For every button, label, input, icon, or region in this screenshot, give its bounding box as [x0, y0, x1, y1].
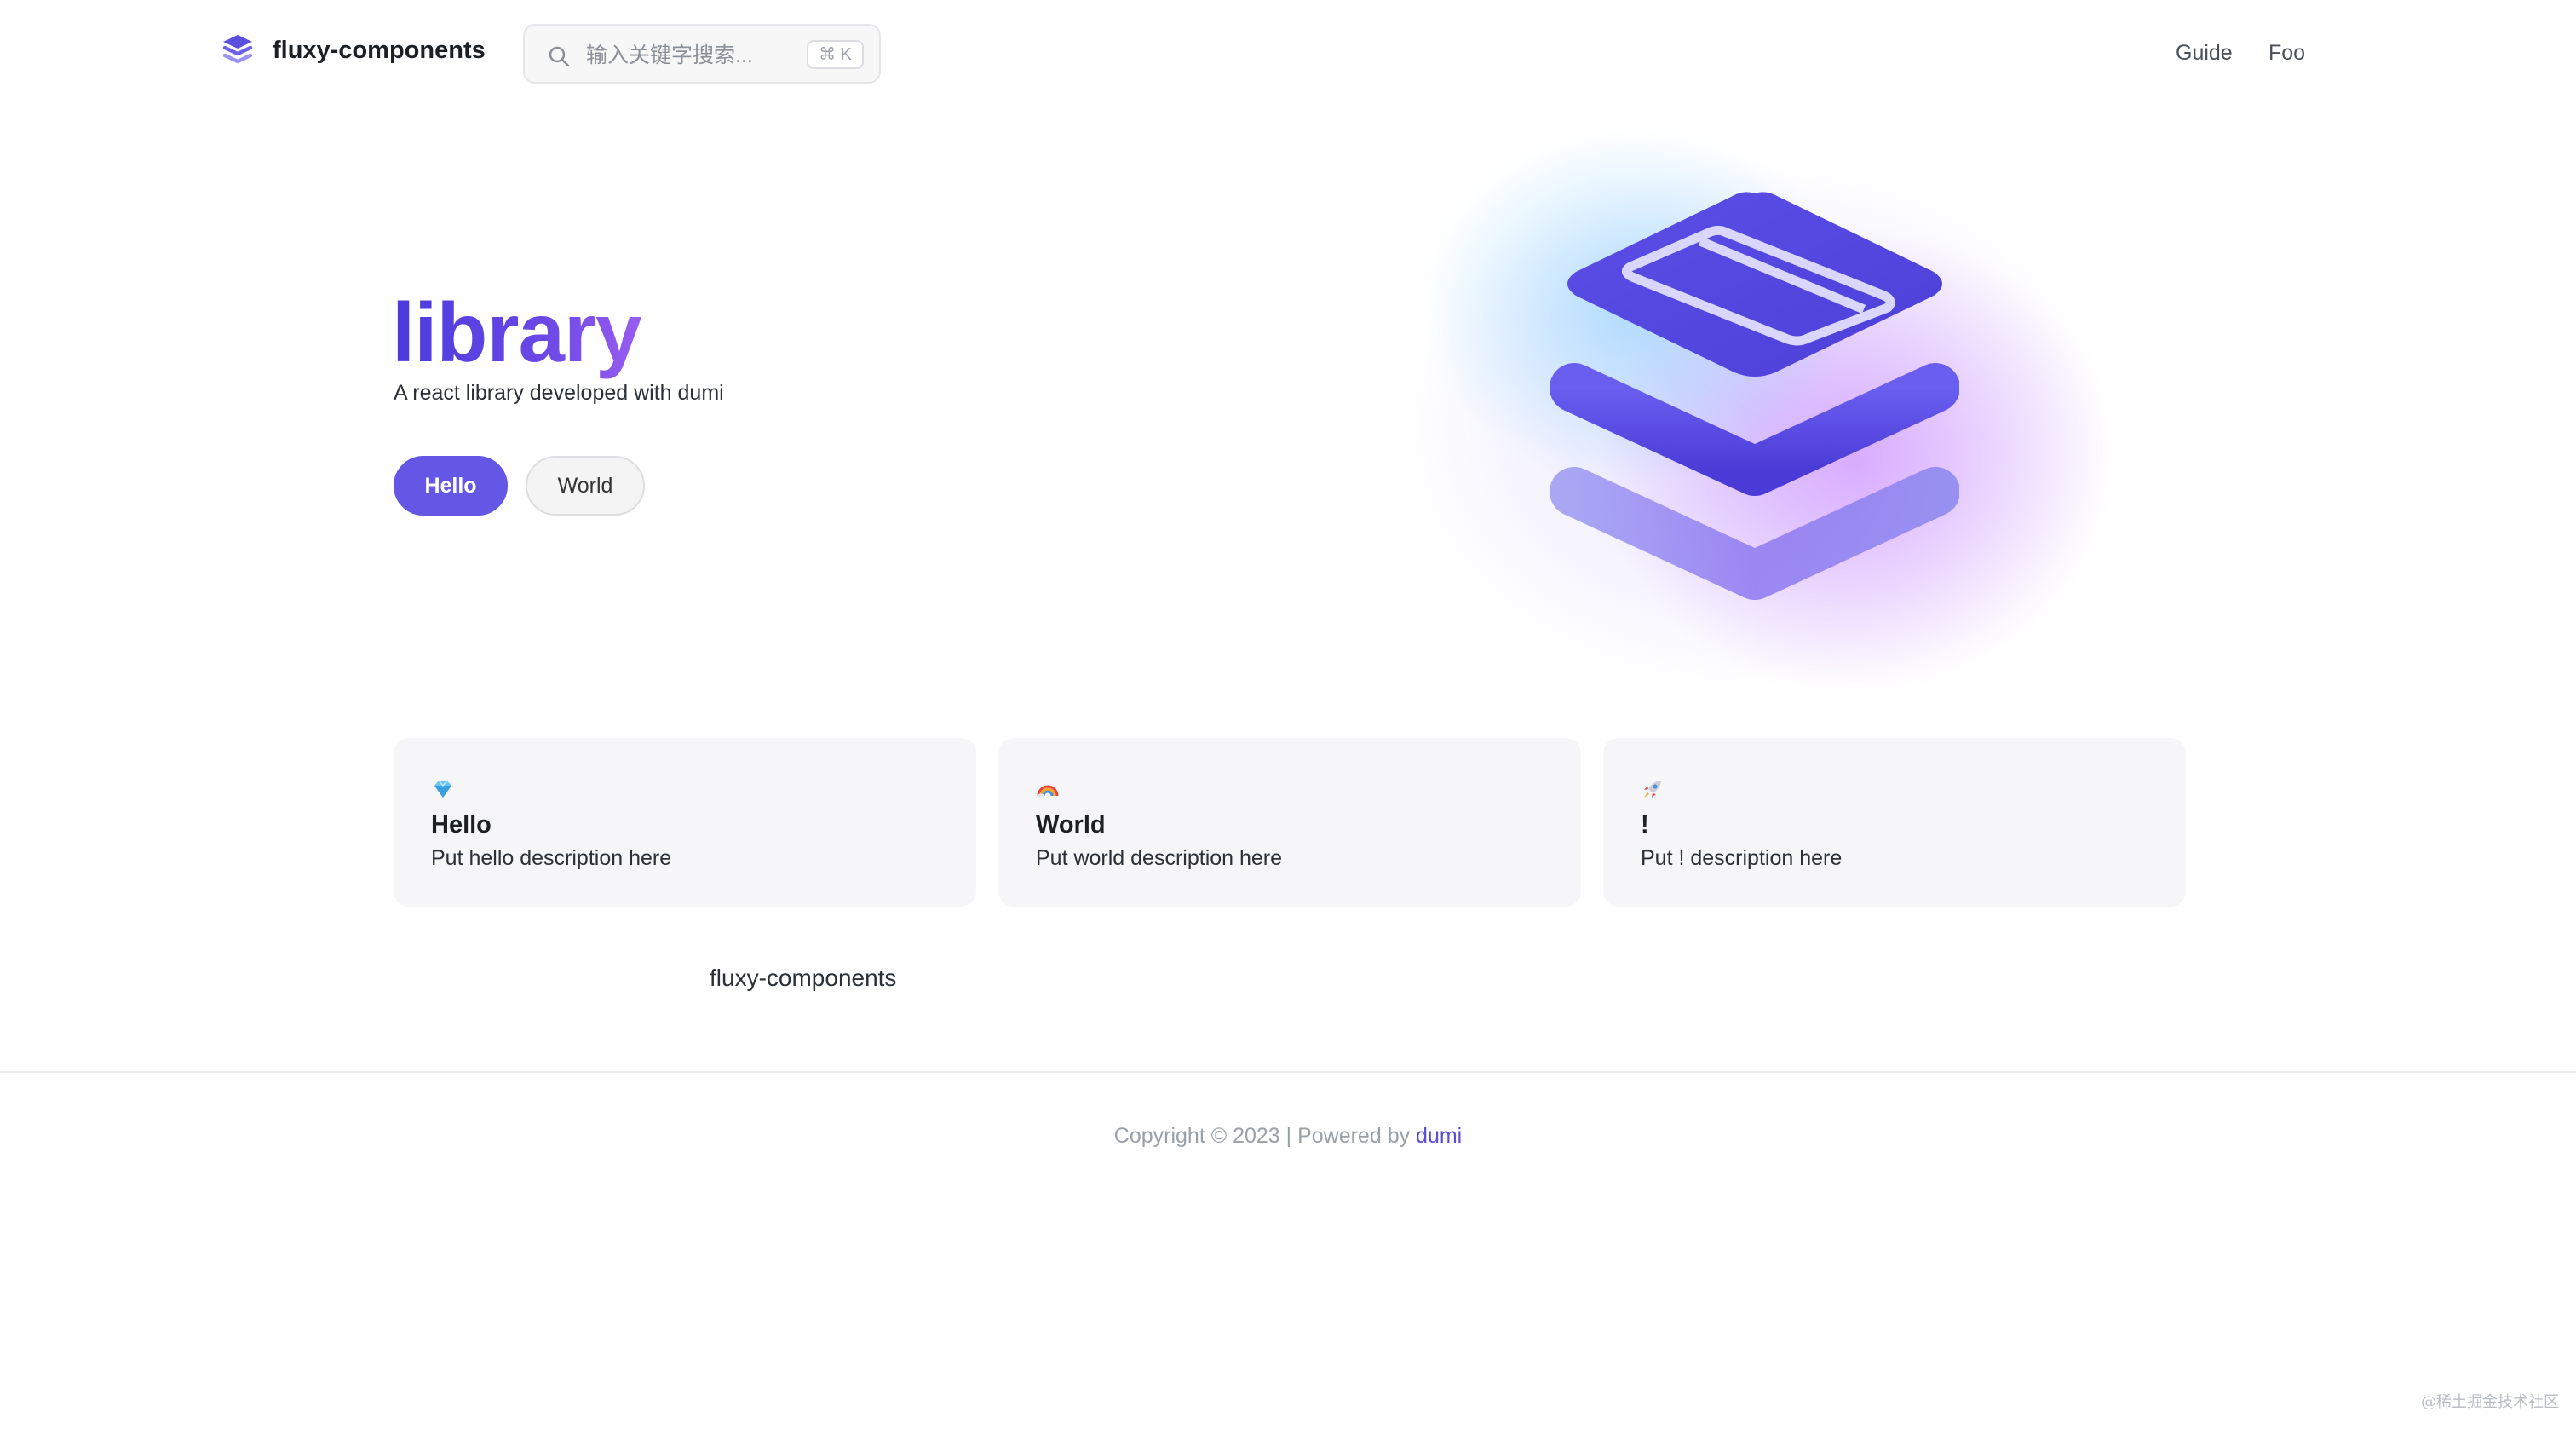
hero-title: library [392, 281, 642, 383]
feature-card-hello: Hello Put hello description here [394, 738, 976, 907]
footer: Copyright © 2023 | Powered by dumi [0, 1121, 2576, 1150]
stacked-layers-illustration [1550, 192, 1959, 600]
brand-name[interactable]: fluxy-components [273, 34, 486, 66]
search-icon [549, 46, 570, 67]
rainbow-icon [1037, 785, 1059, 798]
layers-logo-icon[interactable] [220, 32, 256, 68]
feature-card-exclaim: ! Put ! description here [1603, 738, 2186, 907]
diamond-icon [434, 780, 451, 798]
feature-card-world: World Put world description here [998, 738, 1581, 907]
bottom-brand: fluxy-components [710, 965, 897, 991]
search-box[interactable]: ⌘ K [523, 24, 881, 84]
footer-divider [0, 1071, 2576, 1073]
feature-description: Put hello description here [431, 846, 672, 870]
feature-title: ! [1641, 811, 1649, 838]
hello-button[interactable]: Hello [394, 456, 508, 516]
search-shortcut-badge: ⌘ K [807, 40, 864, 69]
watermark: @稀土掘金技术社区 [2421, 1393, 2559, 1411]
hero-description: A react library developed with dumi [394, 381, 724, 405]
rocket-icon [1644, 781, 1661, 798]
feature-description: Put ! description here [1641, 846, 1843, 870]
feature-title: Hello [431, 811, 492, 838]
nav-foo[interactable]: Foo [2268, 37, 2305, 68]
nav-guide[interactable]: Guide [2176, 37, 2233, 68]
dumi-link[interactable]: dumi [1416, 1124, 1462, 1148]
feature-description: Put world description here [1036, 846, 1283, 870]
world-button[interactable]: World [526, 456, 645, 516]
search-input[interactable] [584, 37, 801, 73]
feature-title: World [1036, 811, 1106, 838]
footer-copyright: Copyright © 2023 | Powered by [1113, 1124, 1417, 1148]
top-header: fluxy-components ⌘ K Guide Foo [0, 0, 2576, 107]
